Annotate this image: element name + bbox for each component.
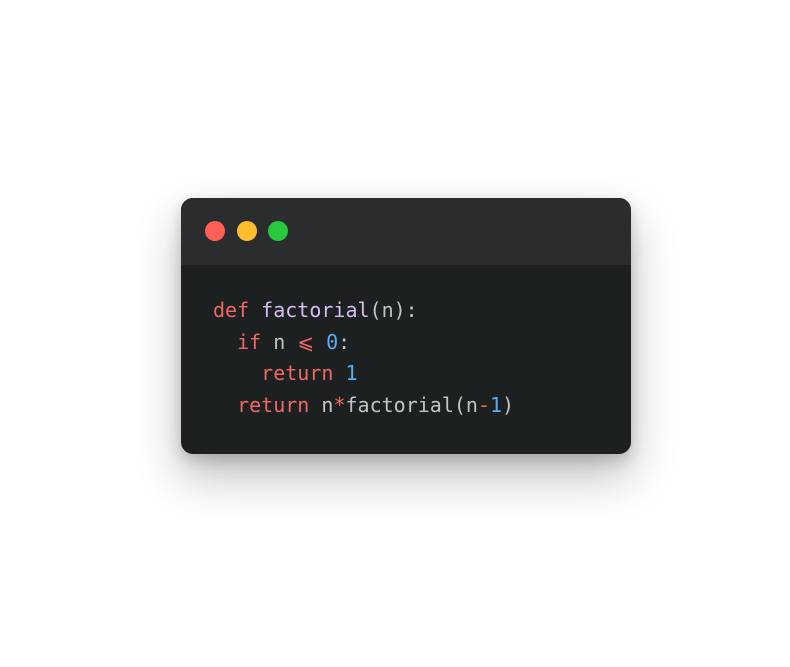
code-token-keyword: - — [477, 392, 490, 417]
code-token-number: 1 — [345, 361, 358, 385]
code-token-keyword: if — [237, 329, 262, 354]
code-token-keyword: return — [261, 361, 334, 385]
minimize-button[interactable] — [237, 221, 257, 241]
code-token-plain: ) — [502, 392, 515, 417]
code-line: return 1 — [213, 358, 514, 390]
code-token-plain: n — [309, 392, 334, 417]
code-token-plain: n — [261, 329, 298, 354]
code-block: def factorial(n): if n ⩽ 0: return 1 ret… — [213, 295, 514, 421]
code-token-keyword: ⩽ — [297, 329, 315, 354]
code-line: def factorial(n): — [213, 295, 514, 327]
title-bar — [181, 198, 631, 265]
code-line: if n ⩽ 0: — [213, 327, 514, 359]
code-token-keyword: return — [237, 392, 310, 417]
code-token-function: factorial — [261, 298, 370, 322]
close-button[interactable] — [205, 221, 225, 241]
code-token-plain: (n): — [369, 298, 418, 322]
maximize-button[interactable] — [268, 221, 288, 241]
code-line: return n*factorial(n-1) — [213, 390, 514, 422]
canvas: def factorial(n): if n ⩽ 0: return 1 ret… — [0, 0, 790, 667]
code-token-keyword: * — [333, 392, 346, 417]
code-token-number: 1 — [489, 392, 503, 417]
code-token-number: 0 — [326, 329, 339, 354]
code-token-plain: : — [338, 329, 351, 354]
code-token-keyword: def — [213, 298, 250, 322]
code-window: def factorial(n): if n ⩽ 0: return 1 ret… — [181, 198, 631, 454]
code-token-plain: factorial(n — [345, 392, 478, 417]
